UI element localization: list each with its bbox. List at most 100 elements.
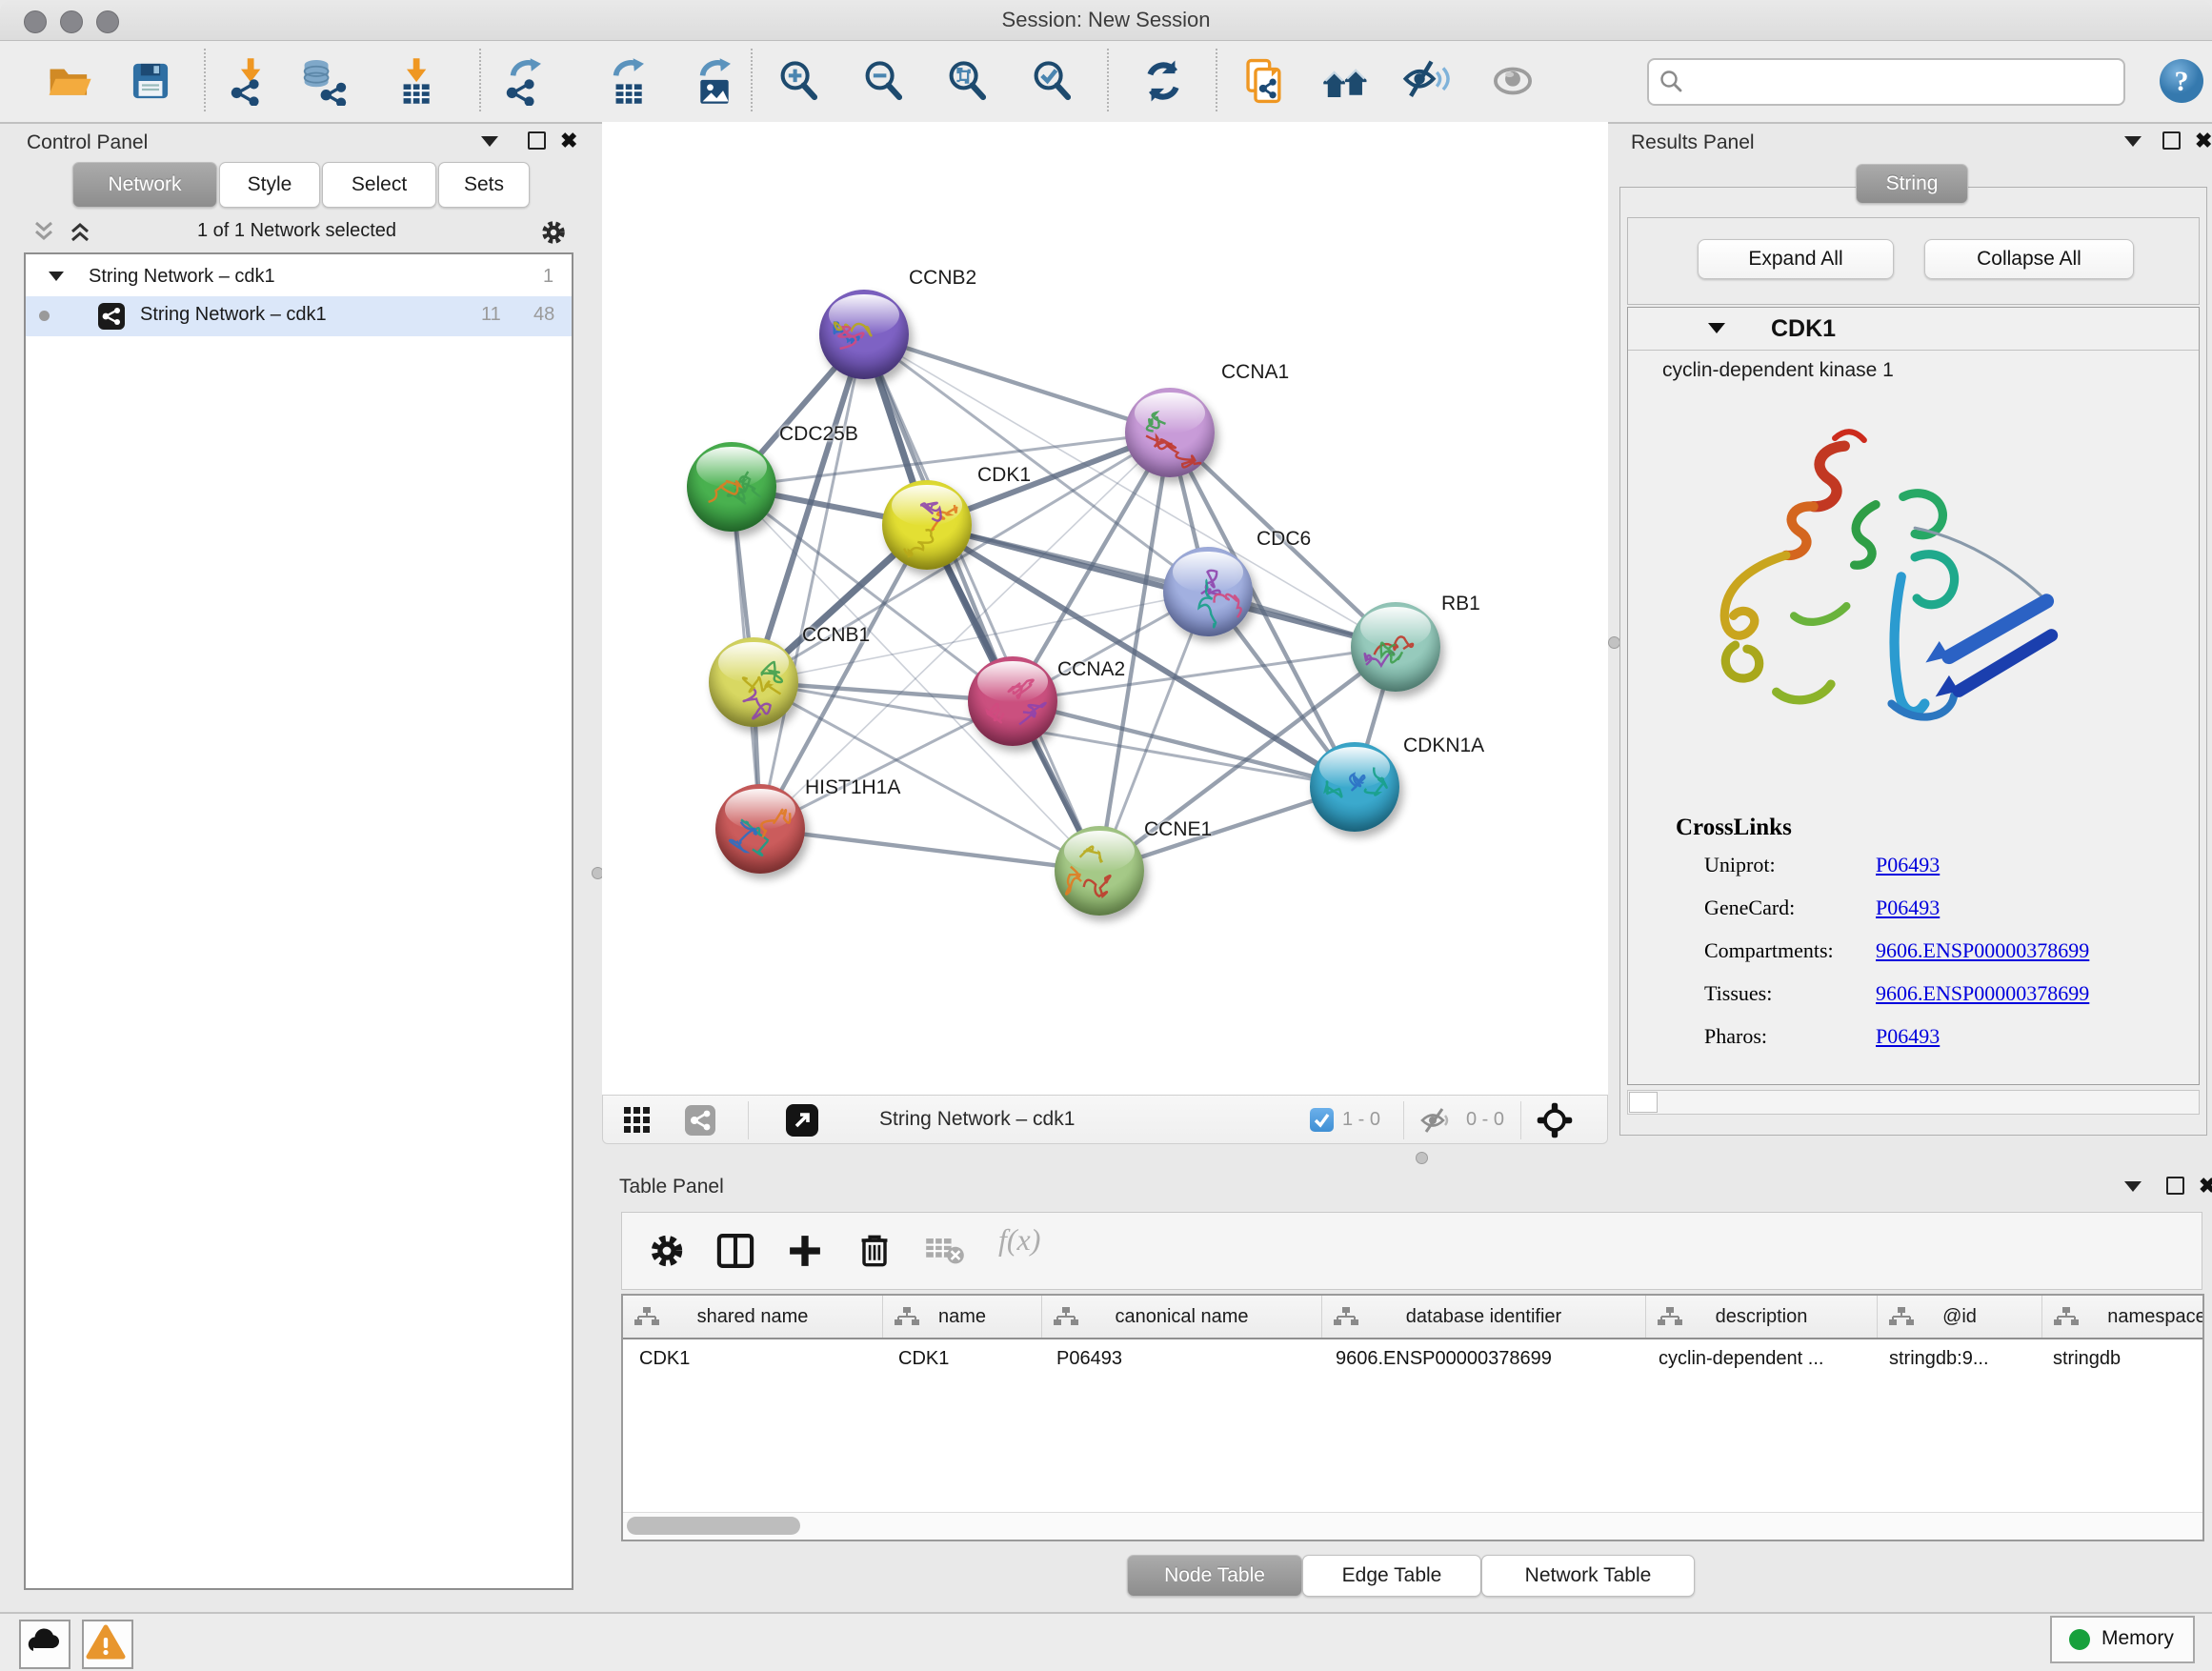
column-header-database-identifier[interactable]: database identifier xyxy=(1322,1296,1646,1338)
table-panel-close-icon[interactable]: ✖ xyxy=(2199,1177,2212,1196)
tab-edge-table[interactable]: Edge Table xyxy=(1302,1555,1481,1597)
crosslink-link[interactable]: 9606.ENSP00000378699 xyxy=(1876,981,2089,1006)
network-collection-row[interactable]: String Network – cdk1 1 xyxy=(26,260,572,298)
hidden-eye-icon[interactable] xyxy=(1420,1107,1449,1138)
open-session-icon[interactable] xyxy=(45,56,94,106)
expand-all-button[interactable]: Expand All xyxy=(1698,239,1894,279)
export-network-icon[interactable] xyxy=(500,56,550,106)
add-column-icon[interactable] xyxy=(784,1230,828,1274)
network-options-gear-icon[interactable] xyxy=(538,217,569,252)
network-node-CCNB1[interactable] xyxy=(709,637,798,727)
results-scrollbar-thumb[interactable] xyxy=(1629,1092,1658,1113)
show-all-icon[interactable] xyxy=(1488,56,1538,106)
control-panel-float-icon[interactable] xyxy=(528,131,546,150)
network-view-icon-disabled[interactable] xyxy=(685,1105,715,1140)
zoom-selected-icon[interactable] xyxy=(1027,56,1076,106)
network-node-CCNA1[interactable] xyxy=(1125,388,1215,477)
table-horizontal-scrollbar[interactable] xyxy=(623,1512,2202,1540)
search-input[interactable] xyxy=(1691,64,2114,98)
hide-selected-icon[interactable] xyxy=(1402,56,1452,106)
network-status-dot xyxy=(39,311,50,321)
cloud-button[interactable] xyxy=(19,1620,70,1669)
table-scrollbar-thumb[interactable] xyxy=(627,1517,800,1535)
tab-network[interactable]: Network xyxy=(72,162,217,208)
selected-checkbox-icon[interactable] xyxy=(1310,1108,1334,1137)
network-node-CCNB2[interactable] xyxy=(819,290,909,379)
control-panel-close-icon[interactable]: ✖ xyxy=(560,131,577,151)
string-results-header: Expand All Collapse All xyxy=(1627,217,2200,305)
new-network-from-selection-icon[interactable] xyxy=(1239,56,1289,106)
node-protein-squiggle xyxy=(819,290,909,379)
control-panel-menu-icon[interactable] xyxy=(481,136,498,147)
apply-preferred-layout-icon[interactable] xyxy=(1138,56,1188,106)
column-header--id[interactable]: @id xyxy=(1878,1296,2042,1338)
tab-string[interactable]: String xyxy=(1856,164,1968,204)
save-session-icon[interactable] xyxy=(126,56,175,106)
delete-table-icon-disabled[interactable] xyxy=(924,1230,968,1274)
network-node-CDC6[interactable] xyxy=(1163,547,1253,636)
network-node-CDKN1A[interactable] xyxy=(1310,742,1399,832)
toolbar-separator xyxy=(751,49,753,111)
crosslink-link[interactable]: P06493 xyxy=(1876,853,1940,877)
zoom-fit-content-icon[interactable] xyxy=(942,56,992,106)
grid-view-icon[interactable] xyxy=(624,1107,651,1138)
collection-count: 1 xyxy=(543,266,553,288)
delete-column-icon[interactable] xyxy=(854,1230,897,1274)
tab-style[interactable]: Style xyxy=(219,162,320,208)
svg-text:?: ? xyxy=(2175,66,2189,97)
import-network-from-database-icon[interactable] xyxy=(299,56,349,106)
table-row[interactable]: CDK1CDK1P064939606.ENSP00000378699cyclin… xyxy=(623,1339,2204,1378)
results-panel-close-icon[interactable]: ✖ xyxy=(2195,131,2212,151)
selection-mode-crosshair-icon[interactable] xyxy=(1535,1100,1575,1145)
crosslink-link[interactable]: P06493 xyxy=(1876,1024,1940,1049)
column-header-shared-name[interactable]: shared name xyxy=(623,1296,883,1338)
results-panel-float-icon[interactable] xyxy=(2162,131,2181,150)
column-header-canonical-name[interactable]: canonical name xyxy=(1042,1296,1322,1338)
zoom-in-icon[interactable] xyxy=(774,56,823,106)
network-row-selected[interactable]: String Network – cdk1 11 48 xyxy=(26,296,572,336)
crosslink-link[interactable]: P06493 xyxy=(1876,896,1940,920)
memory-button[interactable]: Memory xyxy=(2050,1616,2195,1663)
network-node-HIST1H1A[interactable] xyxy=(715,784,805,874)
table-panel: Table Panel ✖ f(x) shared namenamecanoni… xyxy=(602,1164,2212,1612)
detach-view-icon[interactable] xyxy=(786,1104,818,1141)
network-node-CDK1[interactable] xyxy=(882,480,972,570)
collection-expand-icon[interactable] xyxy=(49,272,64,281)
function-builder-icon-disabled[interactable]: f(x) xyxy=(998,1222,1042,1266)
gene-section-header[interactable]: CDK1 xyxy=(1628,308,2199,351)
network-canvas[interactable]: CCNB2CCNA1CDC25BCDK1CDC6RB1CCNB1CCNA2CDK… xyxy=(602,122,1608,1095)
separator xyxy=(748,1101,749,1139)
network-node-CCNE1[interactable] xyxy=(1055,826,1144,916)
network-node-RB1[interactable] xyxy=(1351,602,1440,692)
tab-network-table[interactable]: Network Table xyxy=(1481,1555,1695,1597)
first-neighbors-icon[interactable] xyxy=(1321,56,1371,106)
horizontal-splitter-handle[interactable] xyxy=(1416,1152,1428,1164)
column-header-name[interactable]: name xyxy=(883,1296,1042,1338)
import-table-from-file-icon[interactable] xyxy=(391,56,440,106)
protein-structure-image xyxy=(1671,411,2071,792)
show-columns-icon[interactable] xyxy=(714,1230,758,1274)
tab-node-table[interactable]: Node Table xyxy=(1127,1555,1302,1597)
collapse-all-button[interactable]: Collapse All xyxy=(1924,239,2134,279)
table-panel-float-icon[interactable] xyxy=(2166,1177,2184,1195)
network-node-CDC25B[interactable] xyxy=(687,442,776,532)
import-network-from-file-icon[interactable] xyxy=(225,56,274,106)
table-panel-menu-icon[interactable] xyxy=(2124,1181,2142,1192)
export-table-icon[interactable] xyxy=(603,56,653,106)
column-header-description[interactable]: description xyxy=(1646,1296,1878,1338)
crosslink-link[interactable]: 9606.ENSP00000378699 xyxy=(1876,938,2089,963)
tab-sets[interactable]: Sets xyxy=(438,162,530,208)
network-node-CCNA2[interactable] xyxy=(968,656,1057,746)
node-protein-squiggle xyxy=(715,784,805,874)
results-panel-menu-icon[interactable] xyxy=(2124,136,2142,147)
zoom-out-icon[interactable] xyxy=(858,56,908,106)
results-scrollbar[interactable] xyxy=(1627,1090,2200,1115)
tab-select[interactable]: Select xyxy=(322,162,436,208)
node-gloss-highlight xyxy=(977,661,1047,702)
column-header-namespace[interactable]: namespace xyxy=(2042,1296,2204,1338)
table-settings-gear-icon[interactable] xyxy=(646,1230,690,1274)
warning-button[interactable] xyxy=(82,1620,133,1669)
export-image-icon[interactable] xyxy=(690,56,739,106)
gene-collapse-icon[interactable] xyxy=(1708,323,1725,333)
help-icon[interactable]: ? xyxy=(2157,56,2206,106)
